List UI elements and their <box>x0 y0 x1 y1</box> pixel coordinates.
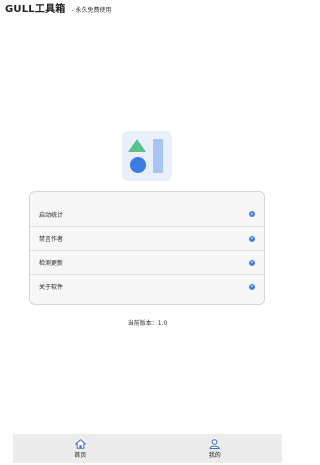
menu-item-mute-author[interactable]: 禁言作者 <box>30 226 264 250</box>
app-title: GULL工具箱 <box>5 4 66 15</box>
app-logo <box>122 131 172 181</box>
menu-item-label: 启动统计 <box>39 211 64 219</box>
tab-home[interactable]: 首页 <box>74 438 87 459</box>
version-text: 当前版本：1.0 <box>127 320 168 327</box>
tab-mine[interactable]: 我的 <box>208 438 221 459</box>
app-header: GULL工具箱 - 永久免费使用 <box>5 0 112 15</box>
menu-item-about[interactable]: 关于软件 <box>30 274 264 298</box>
user-icon <box>209 438 220 449</box>
menu-item-label: 关于软件 <box>39 284 64 291</box>
app-subtitle: - 永久免费使用 <box>71 7 112 14</box>
chevron-right-icon <box>249 211 255 217</box>
chevron-right-icon <box>249 235 255 242</box>
bottom-nav: 首页 我的 <box>13 434 282 463</box>
chevron-right-icon <box>249 283 255 290</box>
tab-label: 我的 <box>208 451 221 459</box>
chevron-right-icon <box>249 259 255 266</box>
menu-item-label: 禁言作者 <box>39 236 64 243</box>
logo-shapes-icon <box>128 139 163 173</box>
menu-card: 启动统计 禁言作者 检测更新 关于软件 <box>29 191 265 305</box>
tab-label: 首页 <box>74 451 87 459</box>
home-icon <box>74 438 86 449</box>
menu-item-launch-stats[interactable]: 启动统计 <box>30 202 264 226</box>
menu-item-label: 检测更新 <box>39 260 64 267</box>
menu-item-check-update[interactable]: 检测更新 <box>30 250 264 274</box>
